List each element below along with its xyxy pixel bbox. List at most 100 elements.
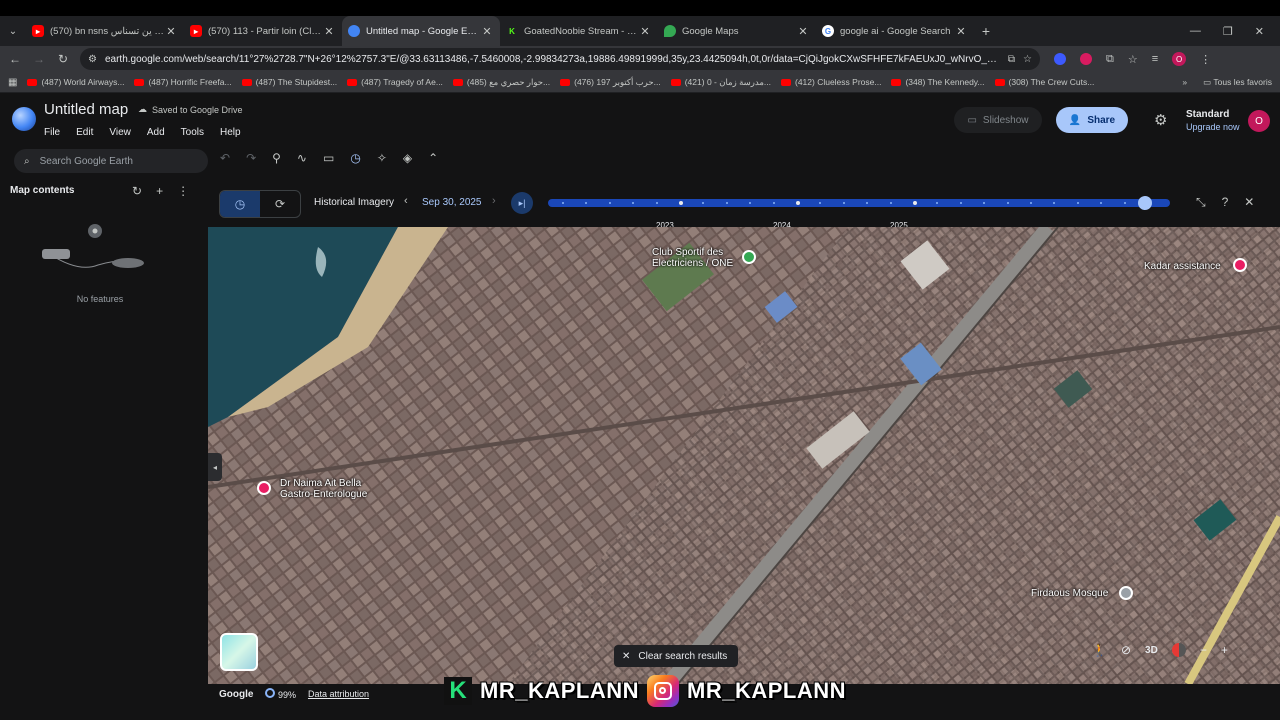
close-tab-icon[interactable]: ✕ xyxy=(164,25,178,38)
next-date-icon[interactable]: › xyxy=(492,195,496,207)
settings-gear-icon[interactable]: ⚙ xyxy=(1154,111,1167,129)
browser-tab[interactable]: K GoatedNoobie Stream - Watch ✕ xyxy=(500,16,658,46)
add-icon[interactable]: + xyxy=(156,184,163,198)
clear-search-button[interactable]: ✕ Clear search results xyxy=(614,645,738,667)
measure-icon[interactable]: ▭ xyxy=(323,151,334,165)
timeline-marker[interactable] xyxy=(889,202,892,204)
imagery-date[interactable]: Sep 30, 2025 xyxy=(422,197,482,208)
redo-icon[interactable]: ↷ xyxy=(246,151,256,165)
browser-tab[interactable]: G google ai - Google Search ✕ xyxy=(816,16,974,46)
timeline-marker[interactable] xyxy=(866,202,869,204)
profile-avatar[interactable]: O xyxy=(1172,52,1187,66)
refresh-icon[interactable]: ↻ xyxy=(132,184,142,198)
historical-mode-icon[interactable]: ◷ xyxy=(220,191,260,217)
draw-path-icon[interactable]: ∿ xyxy=(297,151,307,165)
project-title[interactable]: Untitled map xyxy=(44,101,128,118)
timeline-marker[interactable] xyxy=(1123,202,1126,204)
bookmark-item[interactable]: (487) Tragedy of Ae... xyxy=(347,77,443,87)
pegman-icon[interactable]: 🚶 xyxy=(1092,643,1107,657)
timeline-marker[interactable] xyxy=(679,201,683,205)
share-button[interactable]: 👤 Share xyxy=(1056,107,1128,133)
browser-tab-active[interactable]: Untitled map - Google Earth ✕ xyxy=(342,16,500,46)
close-tab-icon[interactable]: ✕ xyxy=(322,25,336,38)
timeline-marker[interactable] xyxy=(772,202,775,204)
maximize-icon[interactable]: ❐ xyxy=(1223,25,1233,38)
collapse-toolbar-icon[interactable]: ⌃ xyxy=(428,151,438,165)
undo-icon[interactable]: ↶ xyxy=(220,151,230,165)
all-bookmarks-folder[interactable]: ▭ Tous les favoris xyxy=(1203,77,1272,88)
health-pin-icon[interactable] xyxy=(257,481,271,495)
favorites-icon[interactable]: ☆ xyxy=(1128,53,1138,66)
slideshow-button[interactable]: ▭ Slideshow xyxy=(954,107,1042,133)
browser-tab[interactable]: ▸ (570) bn nsns ين تسناس - YouTub ✕ xyxy=(26,16,184,46)
account-avatar[interactable]: O xyxy=(1248,110,1270,132)
chevron-right-icon[interactable]: » xyxy=(1182,77,1187,88)
bookmark-item[interactable]: (487) World Airways... xyxy=(27,77,124,87)
url-text[interactable]: earth.google.com/web/search/11°27%2728.7… xyxy=(105,54,1000,65)
timeline-marker[interactable] xyxy=(936,202,939,204)
timeline-marker[interactable] xyxy=(1030,202,1032,204)
timeline-marker[interactable] xyxy=(1100,202,1103,204)
bookmark-item[interactable]: (487) Horrific Freefa... xyxy=(134,77,232,87)
historical-imagery-icon[interactable]: ◷ xyxy=(350,151,360,165)
extension-icon[interactable] xyxy=(1054,53,1066,65)
timeline-marker[interactable] xyxy=(1006,202,1009,204)
timeline-marker[interactable] xyxy=(562,202,564,204)
extensions-puzzle-icon[interactable]: ⧉ xyxy=(1106,53,1114,66)
bookmark-item[interactable]: (308) The Crew Cuts... xyxy=(994,77,1094,87)
collapse-icon[interactable]: ⤡ xyxy=(1196,195,1206,210)
compass-icon[interactable] xyxy=(1171,643,1186,657)
menu-edit[interactable]: Edit xyxy=(76,127,93,138)
bookmark-item[interactable]: (421) مدرسة زمان - 0... xyxy=(670,77,771,88)
install-icon[interactable]: ⧉ xyxy=(1008,54,1015,65)
previous-date-icon[interactable]: ‹ xyxy=(404,195,408,207)
close-tab-icon[interactable]: ✕ xyxy=(796,25,810,38)
site-info-icon[interactable]: ⚙ xyxy=(88,54,97,65)
close-icon[interactable]: ✕ xyxy=(1244,195,1254,210)
satellite-map[interactable]: Club Sportif des Electriciens / ONE Kada… xyxy=(208,227,1280,684)
new-tab-icon[interactable]: + xyxy=(974,23,998,39)
timeline-marker[interactable] xyxy=(702,202,705,204)
timeline-thumb[interactable] xyxy=(1138,196,1153,210)
map-style-thumbnail[interactable] xyxy=(220,633,258,671)
apps-grid-icon[interactable]: ▦ xyxy=(8,77,17,88)
no-location-icon[interactable]: ⊘ xyxy=(1121,643,1131,657)
collapse-panel-icon[interactable]: ◂ xyxy=(208,453,222,481)
current-mode-icon[interactable]: ⟳ xyxy=(260,191,300,217)
bookmark-item[interactable]: (487) The Stupidest... xyxy=(241,77,337,87)
forward-icon[interactable]: → xyxy=(32,52,46,66)
bookmark-item[interactable]: (412) Clueless Prose... xyxy=(780,77,881,87)
address-bar[interactable]: ⚙ earth.google.com/web/search/11°27%2728… xyxy=(80,48,1040,70)
add-placemark-icon[interactable]: ⚲ xyxy=(272,151,281,165)
place-label-naima[interactable]: Dr Naima Ait Bella Gastro-Enterologue xyxy=(280,478,380,500)
minimize-icon[interactable]: — xyxy=(1190,25,1201,38)
bookmark-star-icon[interactable]: ☆ xyxy=(1023,54,1032,65)
back-icon[interactable]: ← xyxy=(8,52,22,66)
zoom-out-icon[interactable]: − xyxy=(1200,643,1207,657)
timeline-marker[interactable] xyxy=(725,202,728,204)
skip-to-latest-icon[interactable]: ▸| xyxy=(511,192,533,214)
timeline-marker[interactable] xyxy=(608,202,611,204)
browser-menu-icon[interactable]: ⋮ xyxy=(1200,53,1211,66)
close-window-icon[interactable]: ✕ xyxy=(1255,25,1264,38)
toggle-3d-button[interactable]: 3D xyxy=(1145,645,1158,656)
search-earth-input[interactable]: ⌕ Search Google Earth xyxy=(14,149,208,173)
timeline-marker[interactable] xyxy=(983,202,986,204)
timeline-marker[interactable] xyxy=(585,202,588,204)
layers-icon[interactable]: ◈ xyxy=(403,151,412,165)
help-icon[interactable]: ? xyxy=(1222,195,1229,210)
mosque-pin-icon[interactable] xyxy=(1119,586,1133,600)
timeline-marker[interactable] xyxy=(1053,202,1056,204)
extension-icon[interactable] xyxy=(1080,53,1092,65)
browser-tab[interactable]: Google Maps ✕ xyxy=(658,16,816,46)
timeline-marker[interactable] xyxy=(819,202,822,204)
reload-icon[interactable]: ↻ xyxy=(56,52,70,66)
bookmark-item[interactable]: (348) The Kennedy... xyxy=(891,77,985,87)
timeline-marker[interactable] xyxy=(655,202,658,204)
timeline-marker[interactable] xyxy=(796,201,800,205)
bookmark-item[interactable]: (485) حوار حصري مع... xyxy=(452,77,550,88)
close-tab-icon[interactable]: ✕ xyxy=(638,25,652,38)
place-label-mosque[interactable]: Firdaous Mosque xyxy=(1031,588,1108,599)
media-icon[interactable]: ≡ xyxy=(1152,53,1158,65)
more-vert-icon[interactable]: ⋮ xyxy=(177,184,189,198)
